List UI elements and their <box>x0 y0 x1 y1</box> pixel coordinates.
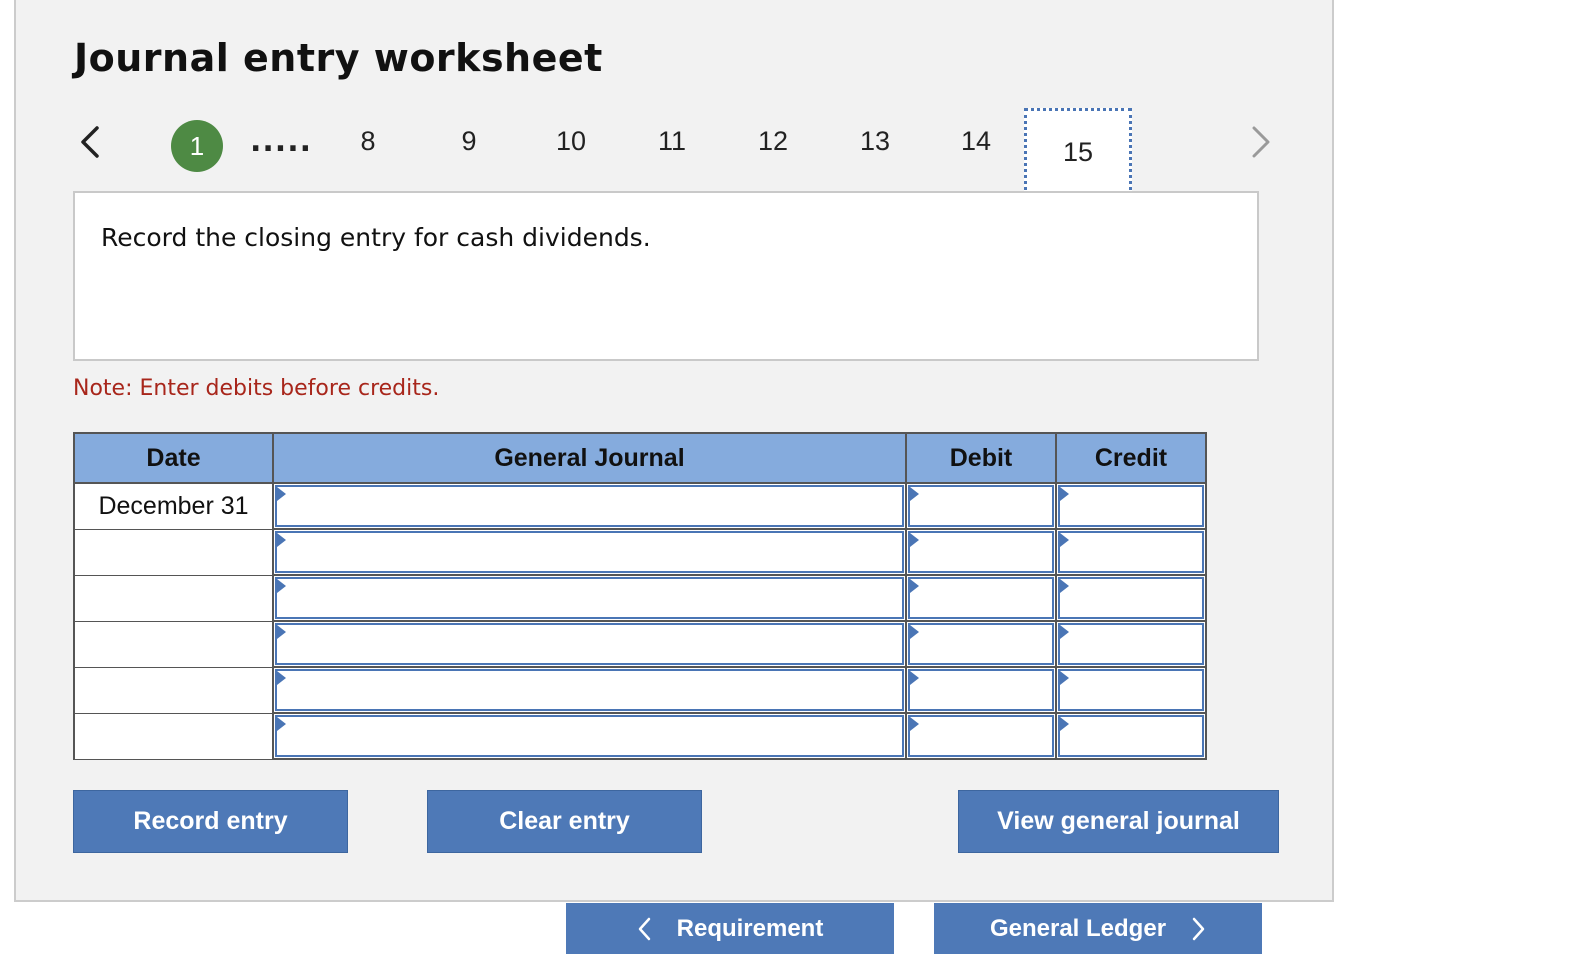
debit-input[interactable] <box>908 623 1054 665</box>
credit-cell <box>1055 574 1207 622</box>
credit-input[interactable] <box>1058 485 1204 527</box>
credit-input[interactable] <box>1058 715 1204 757</box>
prev-step-button[interactable] <box>70 118 110 166</box>
debit-input[interactable] <box>908 577 1054 619</box>
debit-cell <box>905 528 1057 576</box>
general-journal-column-header: General Journal <box>272 432 907 484</box>
credit-cell <box>1055 528 1207 576</box>
worksheet-panel: Journal entry worksheet 1 ..... 8 9 10 1… <box>14 0 1334 902</box>
credit-cell <box>1055 712 1207 760</box>
page-title: Journal entry worksheet <box>74 36 603 80</box>
chevron-left-icon <box>81 126 99 158</box>
step-11-button[interactable]: 11 <box>642 126 702 157</box>
table-header-row: Date General Journal Debit Credit <box>73 432 1207 484</box>
credit-input[interactable] <box>1058 577 1204 619</box>
requirement-nav-label: Requirement <box>676 914 824 942</box>
credit-input[interactable] <box>1058 623 1204 665</box>
debit-input[interactable] <box>908 531 1054 573</box>
chevron-right-icon <box>1192 917 1205 940</box>
date-cell[interactable] <box>73 666 274 714</box>
chevron-left-icon <box>638 917 650 940</box>
debit-input[interactable] <box>908 669 1054 711</box>
requirement-nav-button[interactable]: Requirement <box>566 903 894 954</box>
general-ledger-nav-button[interactable]: General Ledger <box>934 903 1262 954</box>
chevron-right-icon <box>1252 126 1270 158</box>
journal-entry-table: Date General Journal Debit Credit Decemb… <box>73 432 1207 760</box>
step-9-button[interactable]: 9 <box>439 126 499 157</box>
next-step-button[interactable] <box>1241 118 1281 166</box>
step-13-button[interactable]: 13 <box>845 126 905 157</box>
step-ellipsis: ..... <box>250 124 312 159</box>
account-input[interactable] <box>275 715 904 757</box>
account-input[interactable] <box>275 577 904 619</box>
step-15-button[interactable]: 15 <box>1024 108 1132 196</box>
account-input[interactable] <box>275 531 904 573</box>
question-text: Record the closing entry for cash divide… <box>101 223 651 252</box>
view-general-journal-button[interactable]: View general journal <box>958 790 1279 853</box>
date-cell[interactable] <box>73 574 274 622</box>
credit-input[interactable] <box>1058 669 1204 711</box>
general-ledger-nav-label: General Ledger <box>989 914 1167 942</box>
record-entry-button[interactable]: Record entry <box>73 790 348 853</box>
credit-cell <box>1055 482 1207 530</box>
account-cell <box>272 712 907 760</box>
date-cell[interactable]: December 31 <box>73 482 274 530</box>
account-cell <box>272 528 907 576</box>
table-row <box>73 620 1207 668</box>
credit-column-header: Credit <box>1055 432 1207 484</box>
question-box: Record the closing entry for cash divide… <box>73 191 1259 361</box>
debit-cell <box>905 712 1057 760</box>
account-input[interactable] <box>275 485 904 527</box>
table-row: December 31 <box>73 482 1207 530</box>
table-row <box>73 574 1207 622</box>
credit-cell <box>1055 620 1207 668</box>
account-input[interactable] <box>275 623 904 665</box>
date-cell[interactable] <box>73 528 274 576</box>
step-1-button[interactable]: 1 <box>171 120 223 172</box>
note-text: Note: Enter debits before credits. <box>73 376 440 401</box>
account-input[interactable] <box>275 669 904 711</box>
debit-column-header: Debit <box>905 432 1057 484</box>
step-8-button[interactable]: 8 <box>338 126 398 157</box>
date-cell[interactable] <box>73 712 274 760</box>
table-row <box>73 666 1207 714</box>
debit-input[interactable] <box>908 715 1054 757</box>
debit-cell <box>905 620 1057 668</box>
step-12-button[interactable]: 12 <box>743 126 803 157</box>
debit-cell <box>905 666 1057 714</box>
account-cell <box>272 482 907 530</box>
step-14-button[interactable]: 14 <box>946 126 1006 157</box>
debit-cell <box>905 574 1057 622</box>
table-row <box>73 528 1207 576</box>
debit-cell <box>905 482 1057 530</box>
date-cell[interactable] <box>73 620 274 668</box>
account-cell <box>272 620 907 668</box>
credit-cell <box>1055 666 1207 714</box>
clear-entry-button[interactable]: Clear entry <box>427 790 702 853</box>
table-row <box>73 712 1207 760</box>
account-cell <box>272 666 907 714</box>
date-column-header: Date <box>73 432 274 484</box>
debit-input[interactable] <box>908 485 1054 527</box>
account-cell <box>272 574 907 622</box>
step-10-button[interactable]: 10 <box>541 126 601 157</box>
credit-input[interactable] <box>1058 531 1204 573</box>
